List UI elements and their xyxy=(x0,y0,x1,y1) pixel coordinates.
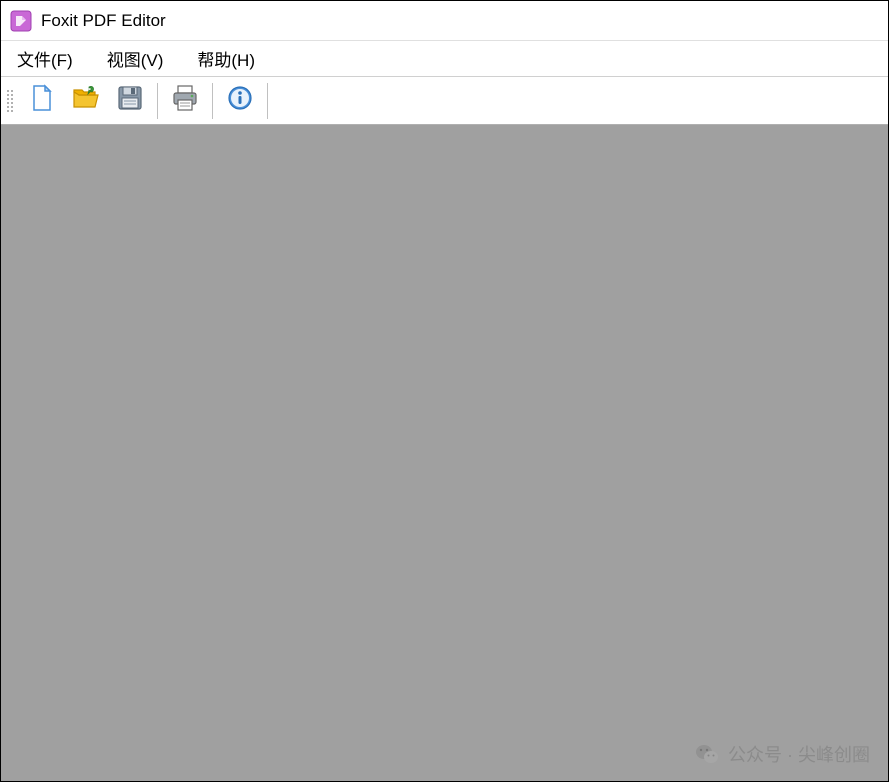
toolbar-separator xyxy=(267,83,268,119)
toolbar-separator xyxy=(157,83,158,119)
save-button[interactable] xyxy=(109,81,151,121)
open-folder-icon xyxy=(71,83,101,118)
workspace-area: 公众号 · 尖峰创圈 xyxy=(1,125,888,781)
new-file-icon xyxy=(27,83,57,118)
toolbar xyxy=(1,77,888,125)
menu-file[interactable]: 文件(F) xyxy=(9,42,81,75)
toolbar-separator xyxy=(212,83,213,119)
print-button[interactable] xyxy=(164,81,206,121)
print-icon xyxy=(170,83,200,118)
menu-view[interactable]: 视图(V) xyxy=(99,42,172,75)
info-button[interactable] xyxy=(219,81,261,121)
app-icon xyxy=(9,9,33,33)
toolbar-grip[interactable] xyxy=(7,85,15,117)
menu-help[interactable]: 帮助(H) xyxy=(189,42,263,75)
save-icon xyxy=(115,83,145,118)
new-file-button[interactable] xyxy=(21,81,63,121)
watermark: 公众号 · 尖峰创圈 xyxy=(694,741,870,767)
open-file-button[interactable] xyxy=(65,81,107,121)
wechat-icon xyxy=(694,741,720,767)
menubar: 文件(F) 视图(V) 帮助(H) xyxy=(1,41,888,77)
application-window: Foxit PDF Editor 文件(F) 视图(V) 帮助(H) xyxy=(0,0,889,782)
watermark-text: 公众号 · 尖峰创圈 xyxy=(728,741,870,767)
app-title: Foxit PDF Editor xyxy=(41,11,166,31)
info-icon xyxy=(226,84,254,117)
titlebar: Foxit PDF Editor xyxy=(1,1,888,41)
